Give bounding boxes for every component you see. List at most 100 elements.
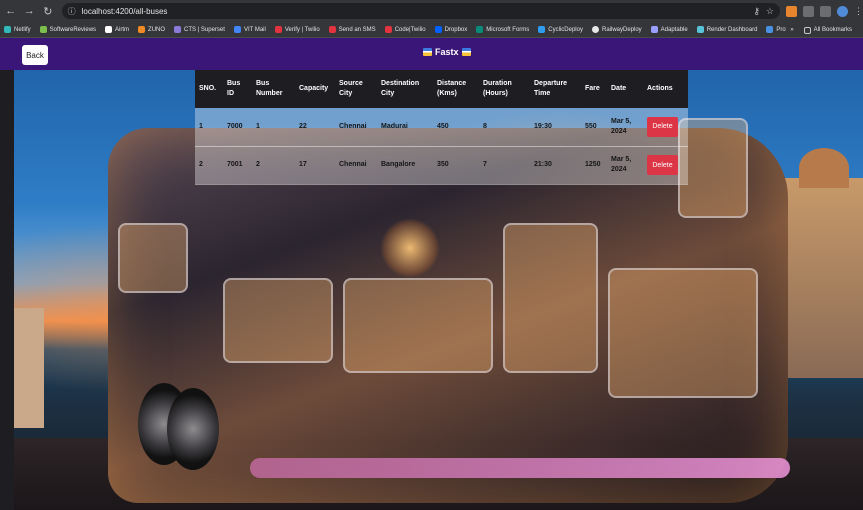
bus-window [343,278,493,373]
header-actions: Actions [647,85,673,92]
bookmark-item[interactable]: Netlify [4,26,31,33]
header-distance: Distance (Kms) [437,80,467,97]
forms-icon [476,26,484,33]
cell-bus-number: 2 [256,161,260,168]
bus-top-window [678,118,748,218]
bookmark-item[interactable]: Dropbox [434,26,467,33]
cell-source-city: Chennai [339,122,367,130]
back-arrow-icon[interactable]: ← [3,5,19,17]
cell-date: Mar 5, 2024 [611,117,632,135]
bookmarks-bar: Netlify SoftwareReviews Airtm ZUNO CTS |… [0,22,863,38]
delete-button[interactable]: Delete [647,155,678,175]
header-source-city: Source City [339,80,363,97]
cell-capacity: 22 [299,122,307,130]
delete-button[interactable]: Delete [647,116,678,137]
header-bus-id: Bus ID [227,80,241,97]
adaptable-icon [650,26,658,33]
header-capacity: Capacity [299,85,329,92]
header-date: Date [611,85,627,92]
header-duration: Duration (Hours) [483,80,512,97]
header-destination-city: Destination City [381,80,420,97]
bus-trim [250,458,790,478]
twilio-icon [384,26,392,33]
bus-lamp [380,218,440,278]
cell-distance: 350 [437,161,449,168]
extensions-icon[interactable] [803,5,814,17]
cell-duration: 7 [483,161,487,168]
bookmark-item[interactable]: Send an SMS [328,26,376,33]
cell-destination-city: Madurai [381,122,408,130]
cell-distance: 450 [437,122,449,130]
cell-actions: Delete [643,108,688,146]
brand: Fastx [420,47,474,57]
folder-icon [803,26,811,34]
cell-fare: 550 [585,122,597,130]
menu-kebab-icon[interactable]: ⋮ [854,6,863,17]
bookmark-item[interactable]: VIT Mail [233,26,266,33]
buses-table: SNO. Bus ID Bus Number Capacity Source C… [195,70,688,185]
cell-bus-id: 7001 [227,161,243,168]
bookmark-item[interactable]: CTS | Superset [174,26,225,33]
airtm-icon [105,26,113,33]
metamask-extension-icon[interactable] [786,5,797,17]
dropbox-icon [434,26,442,33]
bookmark-item[interactable]: SoftwareReviews [39,26,96,33]
star-icon[interactable]: ☆ [766,6,774,17]
cell-destination-city: Bangalore [381,161,416,168]
header-sno: SNO. [199,85,217,92]
twilio-icon [328,26,336,33]
profile-avatar-icon[interactable] [837,5,848,17]
railway-icon [591,26,599,33]
left-edge [0,38,14,510]
bus-window [608,268,758,398]
twilio-icon [274,26,282,33]
header-fare: Fare [585,85,600,92]
bus-door-window [503,223,598,373]
bookmark-item[interactable]: ZUNO [138,26,165,33]
cell-fare: 1250 [585,161,601,168]
more-bookmarks-chevron[interactable]: » [790,27,793,33]
bookmark-item[interactable]: Code|Twilio [384,26,426,33]
buses-table-container: SNO. Bus ID Bus Number Capacity Source C… [195,70,688,185]
superset-icon [174,26,182,33]
top-navbar: Back Fastx [0,38,863,70]
zuno-icon [138,26,146,33]
back-button[interactable]: Back [22,45,48,65]
forward-arrow-icon[interactable]: → [22,5,38,17]
bookmark-item[interactable]: Microsoft Forms [476,26,529,33]
bookmark-item[interactable]: Airtm [105,26,129,33]
netlify-icon [4,26,11,33]
render-icon [696,26,704,33]
bookmark-item[interactable]: Verify | Twilio [274,26,320,33]
bus-window [223,278,333,363]
background-post [14,308,44,428]
cell-duration: 8 [483,122,487,130]
site-info-icon[interactable]: ⓘ [68,6,76,17]
naukri-icon [766,26,774,33]
softwarereviews-icon [39,26,47,33]
app-viewport: Back Fastx SNO. Bus ID Bus Number Capaci… [0,38,863,510]
cell-sno: 1 [199,122,203,130]
table-row: 2 7001 2 17 Chennai Bangalore 350 7 21:3… [195,146,688,184]
cell-date: Mar 5, 2024 [611,156,632,173]
cell-bus-id: 7000 [227,122,243,130]
background-dome [799,148,849,188]
bookmark-item[interactable]: RailwayDeploy [591,26,642,33]
all-bookmarks-folder[interactable]: All Bookmarks [803,26,852,34]
browser-toolbar: ← → ↻ ⓘ localhost:4200/all-buses ⚷ ☆ ⋮ [0,0,863,22]
address-url: localhost:4200/all-buses [81,6,168,16]
bus-window [118,223,188,293]
bookmark-item[interactable]: Render Dashboard [696,26,757,33]
flag-icon [461,48,471,56]
header-departure-time: Departure Time [534,80,568,97]
reload-icon[interactable]: ↻ [40,5,56,18]
cell-capacity: 17 [299,161,307,168]
key-icon[interactable]: ⚷ [753,6,760,17]
bus-wheel [167,388,219,470]
side-panel-icon[interactable] [820,5,831,17]
address-bar[interactable]: ⓘ localhost:4200/all-buses ⚷ ☆ [61,3,780,19]
bookmark-item[interactable]: CyclicDeploy [538,26,583,33]
cell-sno: 2 [199,161,203,168]
bookmark-item[interactable]: Adaptable [650,26,688,33]
brand-name: Fastx [435,47,459,57]
